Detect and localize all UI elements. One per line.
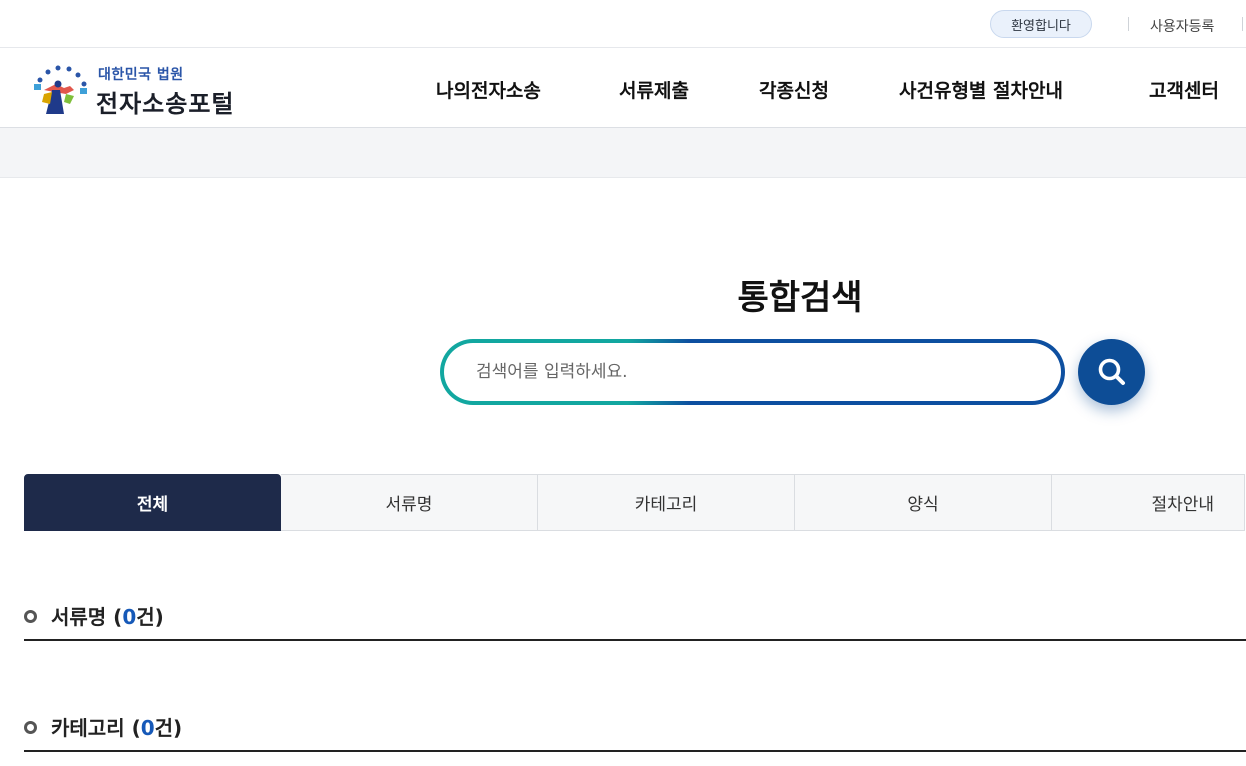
result-unit: 건 [136, 604, 155, 629]
result-section-category: 카테고리 (0건) [24, 702, 1246, 752]
tab-form[interactable]: 양식 [795, 474, 1052, 531]
nav-my-e-litigation[interactable]: 나의전자소송 [436, 76, 541, 103]
utility-bar: 환영합니다 사용자등록 [0, 0, 1246, 48]
search-button[interactable] [1078, 339, 1145, 405]
welcome-badge: 환영합니다 [990, 10, 1092, 38]
result-count: 0 [140, 715, 155, 740]
breadcrumb-strip [0, 128, 1246, 178]
result-count: 0 [122, 604, 137, 629]
tab-procedure-guide[interactable]: 절차안내 [1052, 474, 1245, 531]
register-link[interactable]: 사용자등록 [1150, 16, 1214, 36]
result-title: 서류명 (0건) [51, 604, 164, 629]
search-inner [444, 343, 1061, 401]
result-label: 서류명 [51, 604, 107, 629]
result-title: 카테고리 (0건) [51, 715, 183, 740]
search-box [440, 339, 1065, 405]
logo-title: 전자소송포털 [96, 90, 235, 118]
circle-bullet-icon [24, 720, 37, 734]
circle-bullet-icon [24, 609, 37, 623]
util-divider [1128, 17, 1129, 31]
court-emblem-icon [34, 65, 87, 114]
nav-applications[interactable]: 각종신청 [759, 76, 829, 103]
site-logo[interactable]: 대한민국 법원 전자소송포털 [30, 58, 260, 118]
tab-all[interactable]: 전체 [24, 474, 281, 531]
result-section-document-name: 서류명 (0건) [24, 591, 1246, 641]
search-input[interactable] [444, 343, 1061, 401]
search-icon [1098, 358, 1125, 385]
page-title: 통합검색 [737, 278, 863, 318]
nav-customer-center[interactable]: 고객센터 [1149, 76, 1219, 103]
nav-procedure-guide[interactable]: 사건유형별 절차안내 [899, 76, 1063, 103]
result-tabs: 전체 서류명 카테고리 양식 절차안내 [24, 474, 1246, 531]
tab-category[interactable]: 카테고리 [538, 474, 795, 531]
result-label: 카테고리 [51, 715, 125, 740]
logo-subtitle: 대한민국 법원 [98, 67, 184, 83]
global-nav: 대한민국 법원 전자소송포털 나의전자소송 서류제출 각종신청 사건유형별 절차… [0, 48, 1246, 128]
nav-document-submission[interactable]: 서류제출 [619, 76, 689, 103]
util-divider [1242, 17, 1243, 31]
tab-document-name[interactable]: 서류명 [281, 474, 538, 531]
result-unit: 건 [154, 715, 174, 740]
